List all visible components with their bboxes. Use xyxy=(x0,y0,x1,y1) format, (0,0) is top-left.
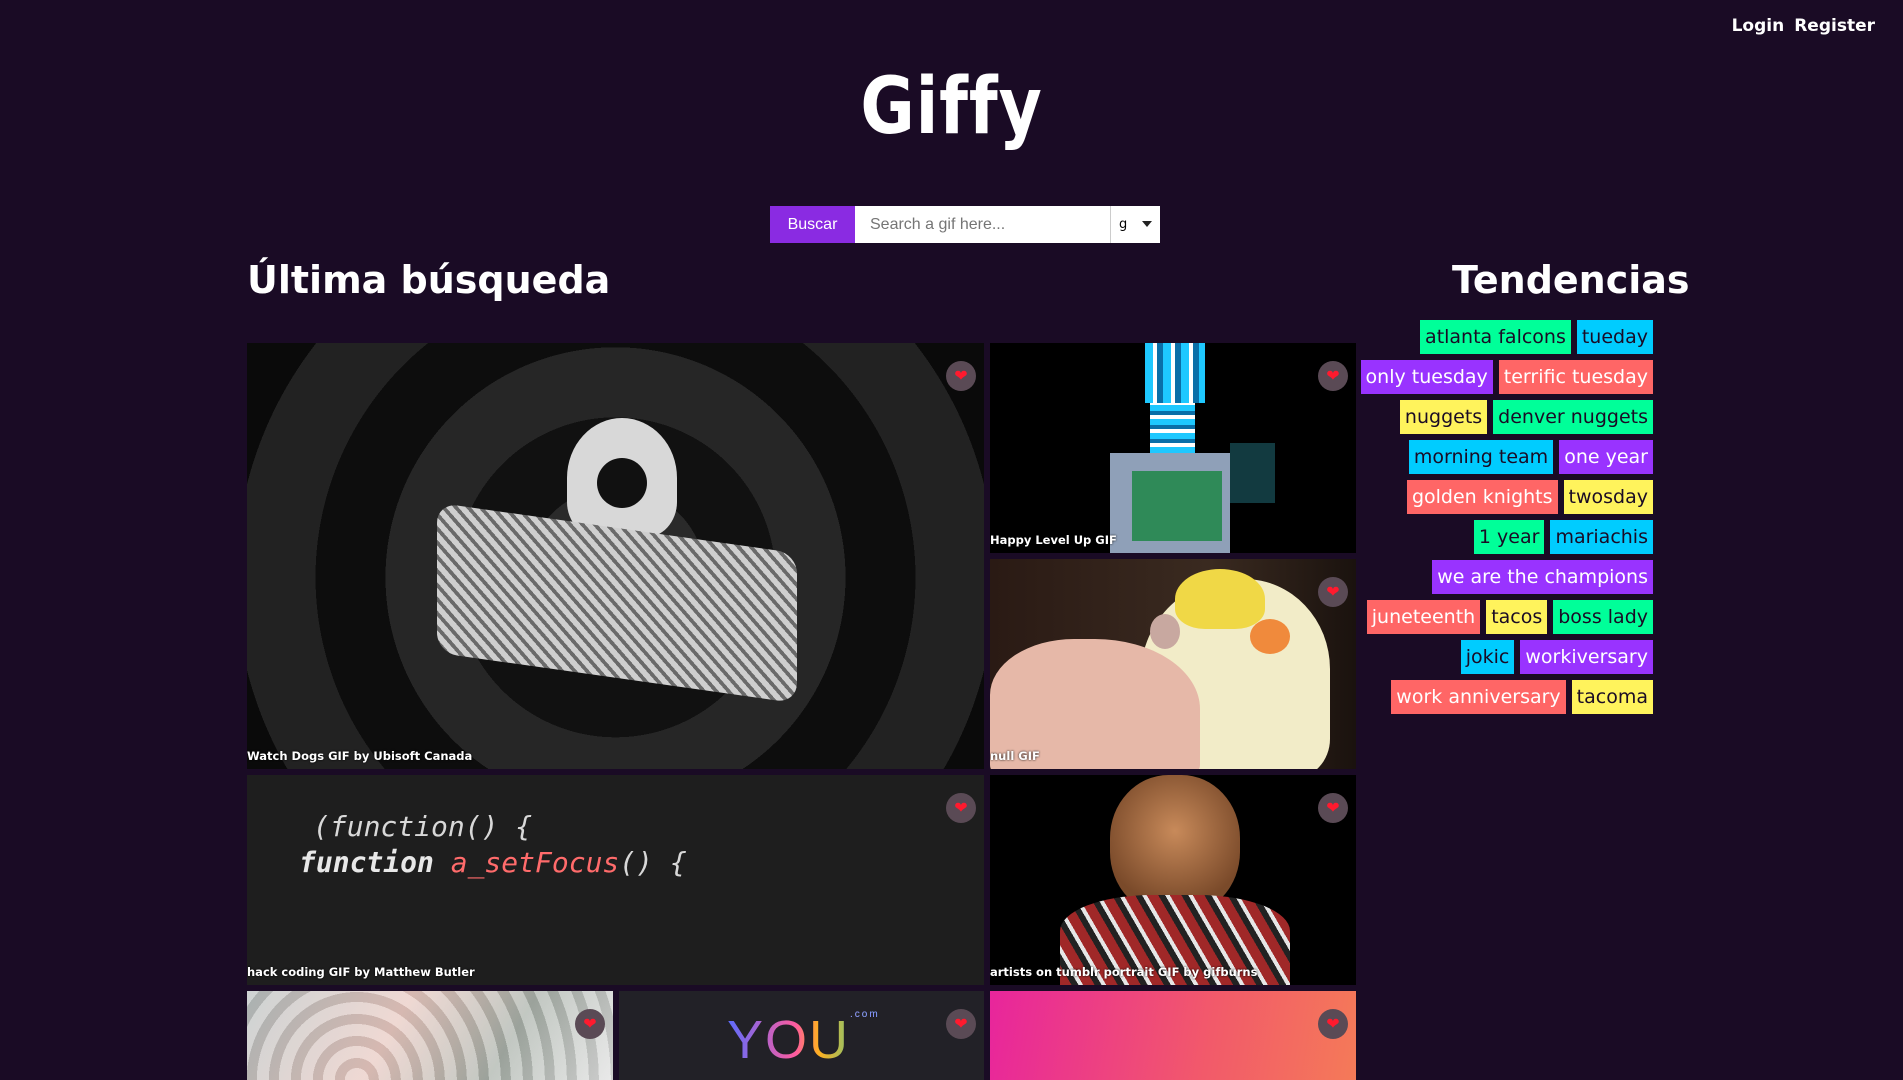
trending-tag[interactable]: tacoma xyxy=(1571,680,1653,714)
auth-links: Login Register xyxy=(1732,16,1875,36)
gif-title: Watch Dogs GIF by Ubisoft Canada xyxy=(247,749,473,763)
trending-tag-row: only tuesday terrific tuesday xyxy=(1360,360,1653,394)
trending-tag-row: nuggets denver nuggets xyxy=(1399,400,1653,434)
code-line: (function() { xyxy=(313,810,533,843)
heart-icon: ❤ xyxy=(954,798,968,817)
gif-image: YOU.com xyxy=(727,1009,880,1070)
trending-tag-row: we are the champions xyxy=(1432,560,1653,594)
gif-title: hack coding GIF by Matthew Butler xyxy=(247,965,475,979)
trending-tag-row: work anniversary tacoma xyxy=(1391,680,1653,714)
gif-tile[interactable]: (function() { function a_setFocus() { ❤ … xyxy=(247,775,984,985)
trending-tag[interactable]: twosday xyxy=(1563,480,1653,514)
trending-tag[interactable]: work anniversary xyxy=(1391,680,1566,714)
favorite-button[interactable]: ❤ xyxy=(1318,793,1348,823)
favorite-button[interactable]: ❤ xyxy=(946,793,976,823)
trending-tag-row: atlanta falcons tueday xyxy=(1420,320,1653,354)
trending-tag[interactable]: denver nuggets xyxy=(1493,400,1653,434)
trending-tag-row: 1 year mariachis xyxy=(1473,520,1653,554)
gif-tile[interactable]: ❤ xyxy=(990,991,1356,1080)
trending-tag[interactable]: 1 year xyxy=(1473,520,1545,554)
trending-tag[interactable]: tacos xyxy=(1486,600,1548,634)
gif-image xyxy=(1110,343,1275,553)
gif-tile[interactable]: ❤ Happy Level Up GIF xyxy=(990,343,1356,553)
heart-icon: ❤ xyxy=(1326,582,1340,601)
trending-tag[interactable]: tueday xyxy=(1576,320,1653,354)
gif-image xyxy=(990,559,1356,769)
gif-tile[interactable]: ❤ null GIF xyxy=(990,559,1356,769)
trending-tag-row: juneteenth tacos boss lady xyxy=(1366,600,1653,634)
search-input[interactable] xyxy=(855,206,1110,243)
trending-tag[interactable]: boss lady xyxy=(1553,600,1653,634)
heart-icon: ❤ xyxy=(954,1014,968,1033)
code-line: function a_setFocus() { xyxy=(299,846,687,879)
trending-tag[interactable]: atlanta falcons xyxy=(1420,320,1571,354)
trending-tag[interactable]: terrific tuesday xyxy=(1498,360,1653,394)
heart-icon: ❤ xyxy=(1326,798,1340,817)
favorite-button[interactable]: ❤ xyxy=(1318,577,1348,607)
heart-icon: ❤ xyxy=(954,366,968,385)
favorite-button[interactable]: ❤ xyxy=(575,1009,605,1039)
heart-icon: ❤ xyxy=(583,1014,597,1033)
gif-title: Happy Level Up GIF xyxy=(990,533,1117,547)
chevron-down-icon xyxy=(1142,221,1152,227)
favorite-button[interactable]: ❤ xyxy=(1318,361,1348,391)
login-link[interactable]: Login xyxy=(1732,16,1785,36)
trending-tag[interactable]: morning team xyxy=(1408,440,1554,474)
search-button[interactable]: Buscar xyxy=(770,206,855,243)
gif-image: (function() { function a_setFocus() { xyxy=(299,809,687,881)
gif-tile[interactable]: ❤ Watch Dogs GIF by Ubisoft Canada xyxy=(247,343,984,769)
gif-image xyxy=(247,991,613,1080)
site-logo[interactable]: Giffy xyxy=(143,62,1761,152)
trending-tag[interactable]: we are the champions xyxy=(1432,560,1653,594)
trending-tag[interactable]: jokic xyxy=(1460,640,1515,674)
favorite-button[interactable]: ❤ xyxy=(1318,1009,1348,1039)
favorite-button[interactable]: ❤ xyxy=(946,1009,976,1039)
trending-heading: Tendencias xyxy=(1452,258,1690,302)
trending-tag[interactable]: only tuesday xyxy=(1360,360,1493,394)
trending-tag[interactable]: nuggets xyxy=(1399,400,1488,434)
rating-select-value: g xyxy=(1119,217,1128,232)
gif-tile[interactable]: ❤ artists on tumblr portrait GIF by gifb… xyxy=(990,775,1356,985)
gif-image xyxy=(407,418,817,718)
register-link[interactable]: Register xyxy=(1794,16,1875,36)
gif-tile[interactable]: ❤ xyxy=(247,991,613,1080)
search-form: Buscar g xyxy=(770,206,1160,243)
trending-tag[interactable]: juneteenth xyxy=(1366,600,1481,634)
trending-tag[interactable]: workiversary xyxy=(1520,640,1653,674)
gif-tile[interactable]: YOU.com ❤ xyxy=(619,991,984,1080)
heart-icon: ❤ xyxy=(1326,366,1340,385)
heart-icon: ❤ xyxy=(1326,1014,1340,1033)
rating-select[interactable]: g xyxy=(1110,206,1160,243)
brand-logo-text: YOU xyxy=(727,1010,851,1070)
trending-tag-row: jokic workiversary xyxy=(1460,640,1653,674)
trending-tag-row: golden knights twosday xyxy=(1406,480,1653,514)
trending-tag[interactable]: golden knights xyxy=(1406,480,1558,514)
last-search-heading: Última búsqueda xyxy=(247,258,611,302)
favorite-button[interactable]: ❤ xyxy=(946,361,976,391)
trending-tags: atlanta falcons tueday only tuesday terrifi… xyxy=(1360,320,1653,714)
trending-tag[interactable]: mariachis xyxy=(1550,520,1653,554)
trending-tag[interactable]: one year xyxy=(1559,440,1653,474)
gif-title: null GIF xyxy=(990,749,1040,763)
gif-title: artists on tumblr portrait GIF by gifbur… xyxy=(990,965,1258,979)
gif-image xyxy=(1050,775,1300,985)
trending-tag-row: morning team one year xyxy=(1408,440,1653,474)
